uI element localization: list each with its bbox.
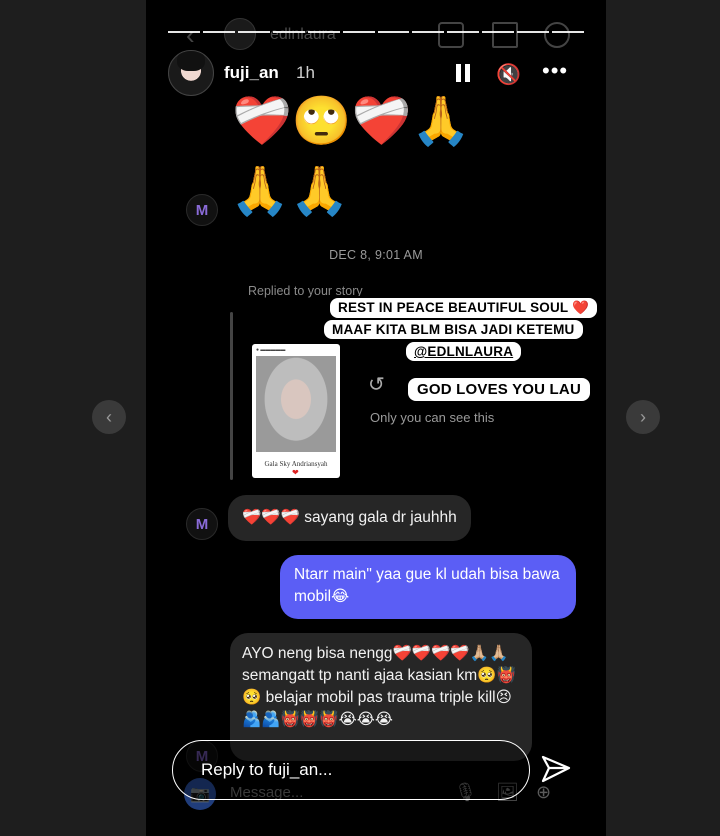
message-timestamp: DEC 8, 9:01 AM bbox=[329, 248, 423, 262]
message-bubble[interactable]: Ntarr main" yaa gue kl udah bisa bawa mo… bbox=[280, 555, 576, 619]
story-caption: Gala Sky Andriansyah bbox=[264, 460, 328, 468]
progress-segment bbox=[272, 31, 305, 33]
flag-icon bbox=[492, 22, 518, 48]
next-story-button[interactable]: › bbox=[626, 400, 660, 434]
info-icon bbox=[544, 22, 570, 48]
plus-icon: ⊕ bbox=[536, 782, 552, 802]
mute-icon[interactable]: 🔇 bbox=[496, 62, 521, 87]
progress-segment bbox=[447, 31, 480, 33]
text-sticker: GOD LOVES YOU LAU bbox=[408, 378, 590, 401]
progress-segment bbox=[237, 31, 270, 33]
reply-indicator bbox=[230, 312, 233, 480]
dm-header: ‹ edlnlaura bbox=[146, 14, 606, 54]
card-header: ● ▬▬▬▬▬ bbox=[256, 347, 286, 353]
story-time: 1h bbox=[296, 63, 315, 82]
progress-segment bbox=[377, 31, 410, 33]
story-progress bbox=[168, 31, 585, 33]
emoji-message: 🙏🙏 bbox=[230, 165, 350, 218]
progress-segment bbox=[168, 31, 200, 33]
story-thumbnail[interactable]: ● ▬▬▬▬▬ Gala Sky Andriansyah ❤ bbox=[252, 344, 340, 478]
progress-segment bbox=[307, 31, 340, 33]
reply-input[interactable]: Reply to fuji_an... bbox=[172, 740, 530, 800]
progress-segment bbox=[482, 31, 515, 33]
progress-segment bbox=[342, 31, 375, 33]
reply-placeholder: Reply to fuji_an... bbox=[201, 760, 333, 779]
back-icon: ‹ bbox=[186, 20, 195, 50]
send-icon bbox=[541, 755, 571, 783]
pause-icon[interactable] bbox=[456, 64, 470, 82]
chevron-right-icon: › bbox=[640, 406, 646, 427]
visibility-note: Only you can see this bbox=[370, 410, 495, 425]
progress-segment bbox=[412, 31, 445, 33]
progress-segment bbox=[202, 31, 235, 33]
prev-story-button[interactable]: ‹ bbox=[92, 400, 126, 434]
story-username[interactable]: fuji_an bbox=[224, 63, 279, 83]
send-button[interactable] bbox=[540, 754, 572, 784]
story-viewer: ‹ edlnlaura fuji_an 1h 🔇 ••• ❤️‍🩹🙄❤️‍🩹🙏 … bbox=[146, 0, 606, 836]
dm-username: edlnlaura bbox=[270, 26, 336, 43]
heart-icon: ❤ bbox=[292, 468, 299, 477]
text-sticker: REST IN PEACE BEAUTIFUL SOUL ❤️ bbox=[330, 298, 598, 318]
story-header: fuji_an 1h 🔇 ••• bbox=[168, 50, 588, 96]
contact-avatar: M bbox=[186, 194, 218, 226]
more-icon[interactable]: ••• bbox=[542, 58, 568, 84]
history-icon: ↺ bbox=[368, 374, 385, 396]
progress-segment bbox=[552, 31, 585, 33]
video-call-icon bbox=[438, 22, 464, 48]
chevron-left-icon: ‹ bbox=[106, 406, 112, 427]
story-photo bbox=[256, 356, 336, 452]
contact-avatar: M bbox=[186, 508, 218, 540]
emoji-message: ❤️‍🩹🙄❤️‍🩹🙏 bbox=[232, 95, 472, 148]
mention-sticker[interactable]: @EDLNLAURA bbox=[406, 342, 522, 361]
replied-label: Replied to your story bbox=[248, 284, 363, 298]
message-bubble[interactable]: ❤️‍🩹❤️‍🩹❤️‍🩹 sayang gala dr jauhhh bbox=[228, 495, 471, 541]
text-sticker: MAAF KITA BLM BISA JADI KETEMU bbox=[324, 320, 583, 339]
dm-avatar bbox=[224, 18, 256, 50]
avatar[interactable] bbox=[168, 50, 214, 96]
progress-segment bbox=[517, 31, 550, 33]
